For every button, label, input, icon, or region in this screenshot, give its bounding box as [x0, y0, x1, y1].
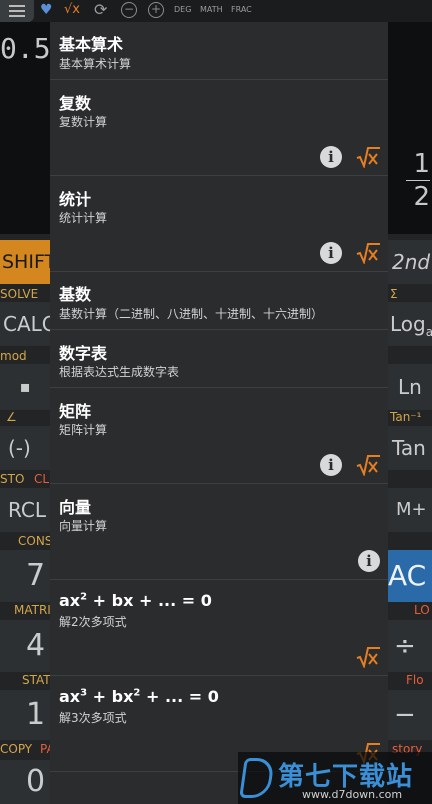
- watermark-url: www.d7down.com: [302, 788, 403, 801]
- tan-key[interactable]: Tan: [388, 426, 432, 470]
- menu-item-title: 矩阵: [59, 402, 92, 421]
- menu-item-title: ax3 + bx2 + ... = 0: [59, 687, 219, 706]
- tan-inverse-label: Tan⁻¹: [390, 410, 422, 424]
- menu-item-title: 向量: [59, 498, 92, 517]
- menu-icon[interactable]: [0, 0, 34, 22]
- mode-menu: 基本算术 基本算术计算 复数 复数计算 i 统计 统计计算 i 基数 基数计算（…: [50, 22, 388, 804]
- menu-item-desc: 解3次多项式: [59, 711, 127, 725]
- minus-circle-icon[interactable]: −: [121, 2, 137, 18]
- menu-item-desc: 向量计算: [59, 519, 108, 533]
- calc-key[interactable]: CALC: [0, 302, 50, 346]
- second-key[interactable]: 2nd: [388, 240, 432, 284]
- plus-circle-icon[interactable]: +: [148, 2, 164, 18]
- sqrt-mode-icon[interactable]: √x: [64, 2, 80, 17]
- menu-item-title: 统计: [59, 190, 92, 209]
- minus-key[interactable]: −: [388, 690, 432, 740]
- menu-item-title: 数字表: [59, 344, 108, 363]
- four-key[interactable]: 4: [0, 620, 50, 672]
- info-icon[interactable]: i: [320, 146, 342, 168]
- menu-item-desc: 统计计算: [59, 211, 108, 225]
- menu-item-vector[interactable]: 向量 向量计算 i: [50, 484, 388, 580]
- floor-label: Flo: [406, 673, 424, 687]
- menu-item-title: 基本算术: [59, 35, 124, 54]
- menu-item-statistics[interactable]: 统计 统计计算 i: [50, 176, 388, 272]
- sqrt-icon[interactable]: [356, 242, 380, 264]
- info-icon[interactable]: i: [320, 242, 342, 264]
- ac-key[interactable]: AC: [388, 550, 432, 602]
- solve-label: SOLVE: [0, 287, 39, 301]
- rcl-key[interactable]: RCL: [0, 488, 50, 532]
- menu-item-title: ax2 + bx + ... = 0: [59, 591, 212, 610]
- fraction-key[interactable]: ▪: [0, 364, 50, 410]
- sqrt-icon[interactable]: [356, 146, 380, 168]
- sto-label: STO: [0, 472, 25, 486]
- menu-item-basic[interactable]: 基本算术 基本算术计算: [50, 22, 388, 80]
- heart-icon[interactable]: ♥: [40, 2, 58, 18]
- negative-key[interactable]: (-): [0, 426, 50, 470]
- stat-label: STAT: [22, 673, 51, 687]
- menu-item-desc: 基本算术计算: [59, 57, 132, 71]
- copy-label: COPY: [0, 742, 33, 756]
- menu-item-desc: 解2次多项式: [59, 615, 127, 629]
- shift-key[interactable]: SHIFT: [0, 240, 50, 284]
- divide-key[interactable]: ÷: [388, 620, 432, 672]
- result-numerator: 1: [413, 149, 430, 179]
- menu-item-title: 基数: [59, 285, 92, 304]
- m-plus-key[interactable]: M+: [388, 488, 432, 532]
- deg-indicator: DEG: [174, 5, 192, 14]
- watermark: 第七下载站 www.d7down.com: [238, 752, 432, 804]
- result-denominator: 2: [413, 182, 430, 212]
- math-indicator: MATH: [200, 5, 223, 14]
- matrix-label: MATRI: [14, 603, 51, 617]
- lo-label: LO: [414, 603, 430, 617]
- menu-item-title: 复数: [59, 94, 92, 113]
- frac-indicator: FRAC: [231, 5, 252, 14]
- menu-item-desc: 基数计算（二进制、八进制、十进制、十六进制）: [59, 307, 324, 321]
- angle-label: ∠: [6, 410, 17, 424]
- menu-item-matrix[interactable]: 矩阵 矩阵计算 i: [50, 388, 388, 484]
- menu-item-desc: 矩阵计算: [59, 423, 108, 437]
- sigma-label: Σ: [390, 287, 398, 301]
- display-input: 0.5: [0, 32, 51, 65]
- menu-item-desc: 根据表达式生成数字表: [59, 365, 180, 379]
- menu-item-base-n[interactable]: 基数 基数计算（二进制、八进制、十进制、十六进制）: [50, 272, 388, 330]
- menu-item-complex[interactable]: 复数 复数计算 i: [50, 80, 388, 176]
- ln-key[interactable]: Ln: [388, 364, 432, 410]
- sqrt-icon[interactable]: [356, 454, 380, 476]
- menu-item-desc: 复数计算: [59, 115, 108, 129]
- sqrt-icon[interactable]: [356, 646, 380, 668]
- mod-label: mod: [0, 349, 27, 363]
- zero-key[interactable]: 0: [0, 760, 50, 804]
- info-icon[interactable]: i: [358, 550, 380, 572]
- log-key[interactable]: Loga: [388, 302, 432, 346]
- fraction-bar: [406, 180, 430, 181]
- display-result: 1 2: [398, 150, 430, 211]
- seven-key[interactable]: 7: [0, 550, 50, 602]
- menu-item-table[interactable]: 数字表 根据表达式生成数字表: [50, 330, 388, 388]
- info-icon[interactable]: i: [320, 454, 342, 476]
- refresh-icon[interactable]: ⟳: [94, 0, 107, 19]
- watermark-logo: [239, 758, 275, 798]
- top-toolbar: ♥ √x ⟳ − + DEG MATH FRAC: [0, 0, 432, 22]
- one-key[interactable]: 1: [0, 690, 50, 740]
- menu-item-quadratic[interactable]: ax2 + bx + ... = 0 解2次多项式: [50, 580, 388, 676]
